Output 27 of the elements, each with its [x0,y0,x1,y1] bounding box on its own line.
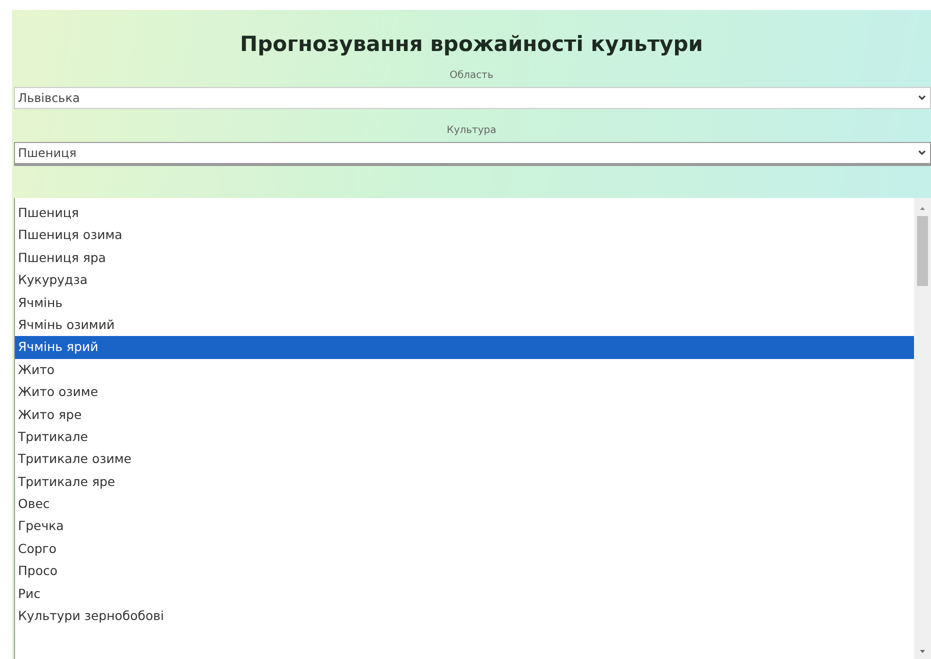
dropdown-option[interactable]: Пшениця озима [15,224,914,247]
dropdown-option[interactable]: Ячмінь [15,292,914,314]
dropdown-option[interactable]: Кукурудза [15,269,914,292]
dropdown-option[interactable]: Пшениця [15,202,914,224]
field-label: Область [448,69,494,83]
dropdown-option[interactable]: Жито яре [15,404,914,426]
dropdown-option[interactable]: Ячмінь озимий [15,314,914,336]
dropdown-option[interactable]: Рис [15,582,914,606]
dropdown-option[interactable]: Тритикале озиме [15,448,914,471]
dropdown-field[interactable]: Пшениця [14,142,931,166]
dropdown-field[interactable]: Львівська [14,87,931,109]
dropdown-option[interactable]: Жито [15,358,914,382]
dropdown-option[interactable]: Тритикале яре [15,470,914,494]
dropdown-option[interactable]: Ячмінь ярий [15,336,914,359]
dropdown-option[interactable]: Сорго [15,538,914,560]
dropdown-option[interactable]: Просо [15,560,914,583]
scrollbar[interactable] [914,198,931,659]
dropdown-option[interactable]: Гречка [15,515,914,538]
chevron-down-icon [918,150,926,156]
dropdown-option[interactable]: Овес [15,493,914,516]
page-title: Прогнозування врожайності культури [239,31,704,58]
dropdown-option[interactable]: Пшениця яра [15,246,914,270]
dropdown-option[interactable]: Тритикале [15,426,914,448]
chevron-down-icon [918,95,926,101]
dropdown-option[interactable]: Жито озиме [15,381,914,404]
dropdown-option[interactable]: Культури зернобобові [15,605,914,628]
field-label: Культура [446,124,498,138]
